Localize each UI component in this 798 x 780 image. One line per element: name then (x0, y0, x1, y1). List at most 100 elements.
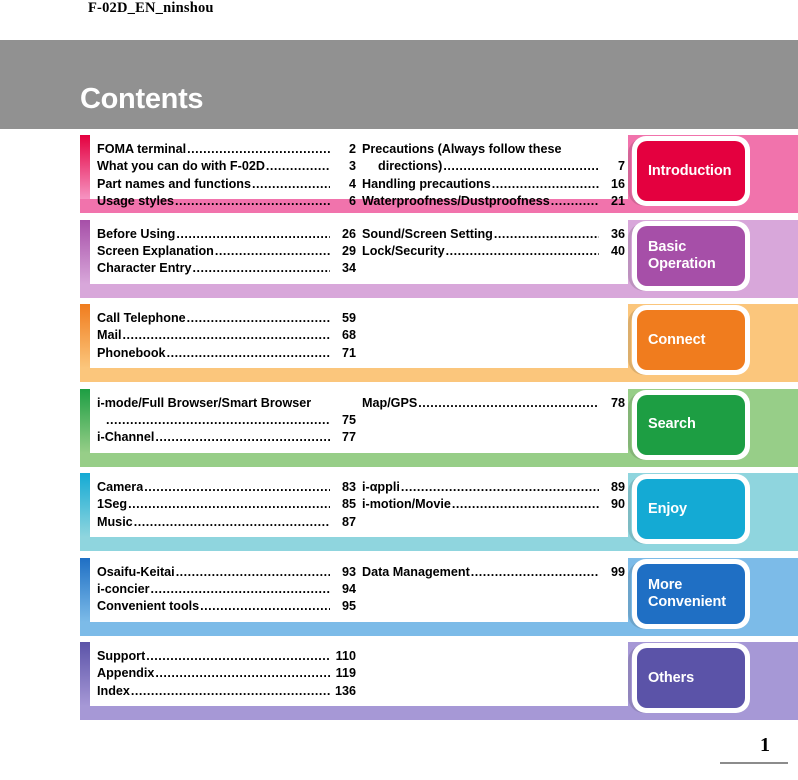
toc-entry-page-number: 3 (348, 159, 356, 174)
index-tab-label: Enjoy (648, 500, 687, 517)
index-tab-chip[interactable]: Basic Operation (637, 225, 745, 286)
toc-entry[interactable]: Part names and functions................… (97, 176, 359, 193)
toc-entry-title: Map/GPS (362, 395, 418, 410)
toc-column-left: Camera..................................… (90, 479, 359, 531)
section-index-tab[interactable]: Search (620, 389, 798, 467)
index-tab-chip[interactable]: More Convenient (637, 563, 745, 624)
toc-entry[interactable]: Sound/Screen Setting....................… (362, 226, 628, 243)
section-index-tab[interactable]: Introduction (620, 135, 798, 213)
toc-entry[interactable]: i-motion/Movie..........................… (362, 496, 628, 513)
toc-entry[interactable]: Mail....................................… (97, 327, 359, 344)
section-accent-bar (80, 473, 90, 537)
index-tab-chip[interactable]: Others (637, 648, 745, 708)
toc-entry[interactable]: Music...................................… (97, 514, 359, 531)
index-tab-chip[interactable]: Enjoy (637, 479, 745, 539)
toc-entry[interactable]: Usage styles............................… (97, 193, 359, 210)
section-accent-bar (80, 219, 90, 284)
toc-entry[interactable]: i-Channel...............................… (97, 429, 359, 446)
toc-entry[interactable]: Appendix................................… (97, 665, 359, 682)
toc-entry-title: i-αppli (362, 480, 400, 494)
toc-entry[interactable]: Character Entry.........................… (97, 260, 359, 277)
toc-section: Camera..................................… (0, 473, 798, 551)
toc-entry-page-number: 85 (341, 497, 356, 512)
toc-entry[interactable]: Support.................................… (97, 648, 359, 665)
section-entries-box: Before Using............................… (90, 219, 628, 284)
toc-column-left: i-mode/Full Browser/Smart Browser.......… (90, 395, 359, 447)
toc-entry-page-number: 75 (341, 412, 356, 427)
toc-entry-title: Music (97, 514, 133, 529)
section-index-tab[interactable]: Connect (620, 304, 798, 382)
section-entries-box: Camera..................................… (90, 473, 628, 537)
index-tab-label: Introduction (648, 162, 732, 179)
toc-entry[interactable]: Index...................................… (97, 683, 359, 700)
index-tab-chip[interactable]: Search (637, 394, 745, 455)
toc-leader-dots: ........................................… (166, 345, 330, 360)
section-index-tab[interactable]: Enjoy (620, 473, 798, 551)
toc-entry[interactable]: What you can do with F-02D..............… (97, 158, 359, 175)
index-tab-label: Search (648, 416, 696, 433)
toc-entry-title: Index (97, 683, 130, 698)
toc-entry-page-number: 26 (341, 226, 356, 241)
section-index-tab[interactable]: Others (620, 642, 798, 720)
index-tab-chip[interactable]: Introduction (637, 141, 745, 201)
toc-entry-title: What you can do with F-02D (97, 159, 265, 174)
toc-section: FOMA terminal...........................… (0, 135, 798, 213)
toc-entry-page-number: 34 (341, 261, 356, 276)
toc-entry[interactable]: Waterproofness/Dustproofness............… (362, 193, 628, 210)
toc-entry-title: i-concier (97, 581, 150, 596)
section-entries-box: Osaifu-Keitai...........................… (90, 557, 628, 622)
toc-entry[interactable]: Lock/Security...........................… (362, 243, 628, 260)
toc-entry-page-number: 119 (335, 666, 356, 681)
toc-entry-page-number: 83 (341, 480, 356, 494)
toc-entry[interactable]: 1Seg....................................… (97, 496, 359, 513)
toc-entry[interactable]: Handling precautions....................… (362, 176, 628, 193)
toc-column-right: Map/GPS.................................… (359, 395, 628, 447)
toc-entry[interactable]: Phonebook...............................… (97, 345, 359, 362)
toc-entry-title: Camera (97, 480, 144, 494)
toc-entry-title: Call Telephone (97, 311, 186, 325)
toc-entry-page-number: 59 (341, 311, 356, 325)
toc-entry-title: Appendix (97, 666, 155, 681)
toc-entry-title: Usage styles (97, 193, 175, 208)
toc-entry[interactable]: i-mode/Full Browser/Smart Browser.......… (97, 395, 359, 430)
toc-leader-dots: ........................................… (133, 514, 330, 529)
toc-entry-title: Handling precautions (362, 176, 491, 191)
index-tab-label: Basic Operation (648, 239, 716, 272)
toc-leader-dots: ........................................… (214, 243, 330, 258)
section-accent-bar (80, 135, 90, 199)
toc-entry[interactable]: Data Management.........................… (362, 564, 628, 581)
toc-leader-dots: ........................................… (146, 649, 330, 663)
toc-entry[interactable]: Precautions (Always follow these directio… (362, 141, 628, 176)
toc-leader-dots: ........................................… (265, 159, 330, 174)
toc-entry[interactable]: FOMA terminal...........................… (97, 141, 359, 158)
toc-entry-continuation: directions).............................… (362, 158, 628, 175)
toc-entry[interactable]: Call Telephone..........................… (97, 310, 359, 327)
toc-entry[interactable]: Map/GPS.................................… (362, 395, 628, 412)
index-tab-label: Connect (648, 331, 706, 348)
toc-leader-dots: ........................................… (144, 480, 330, 494)
toc-leader-dots: ........................................… (470, 564, 599, 579)
toc-entry[interactable]: i-αppli.................................… (362, 479, 628, 496)
toc-entry[interactable]: Before Using............................… (97, 226, 359, 243)
toc-leader-dots: ........................................… (175, 564, 330, 579)
toc-entry-title: FOMA terminal (97, 142, 187, 156)
toc-section: Osaifu-Keitai...........................… (0, 557, 798, 636)
section-entries-box: FOMA terminal...........................… (90, 135, 628, 208)
section-index-tab[interactable]: Basic Operation (620, 220, 798, 298)
toc-entry-page-number: 29 (341, 243, 356, 258)
toc-entry-title: Waterproofness/Dustproofness (362, 193, 550, 208)
index-tab-chip[interactable]: Connect (637, 310, 745, 370)
toc-entry-page-number: 77 (341, 430, 356, 445)
section-index-tab[interactable]: More Convenient (620, 558, 798, 636)
toc-leader-dots: ........................................… (106, 412, 330, 427)
toc-leader-dots: ........................................… (186, 311, 330, 325)
toc-entry[interactable]: Convenient tools........................… (97, 598, 359, 615)
toc-entry[interactable]: i-concier...............................… (97, 581, 359, 598)
toc-column-right: Sound/Screen Setting....................… (359, 226, 628, 278)
toc-entry[interactable]: Osaifu-Keitai...........................… (97, 564, 359, 581)
toc-column-left: Call Telephone..........................… (90, 310, 359, 362)
toc-entry[interactable]: Screen Explanation......................… (97, 243, 359, 260)
index-tab-label: More Convenient (648, 577, 726, 610)
toc-entry[interactable]: Camera..................................… (97, 479, 359, 496)
toc-column-left: Before Using............................… (90, 226, 359, 278)
